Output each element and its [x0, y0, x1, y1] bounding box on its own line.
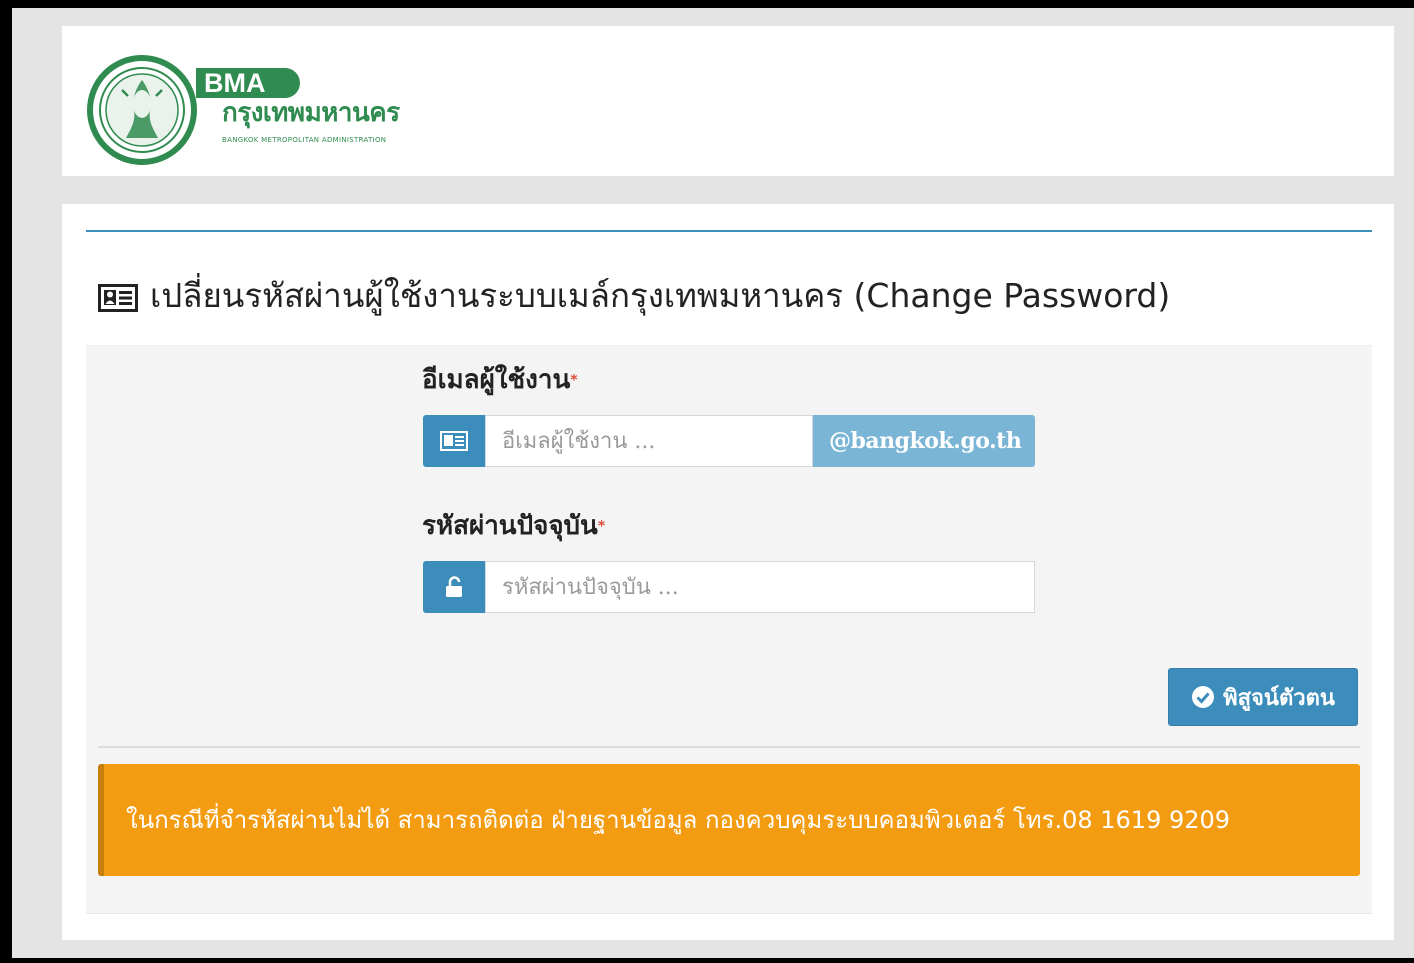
change-password-panel: เปลี่ยนรหัสผ่านผู้ใช้งานระบบเมล์กรุงเทพม…: [86, 230, 1372, 914]
contact-alert: ในกรณีที่จำรหัสผ่านไม่ได้ สามารถติดต่อ ฝ…: [98, 764, 1360, 876]
logo-subtitle: BANGKOK METROPOLITAN ADMINISTRATION: [222, 136, 387, 144]
form-area: อีเมลผู้ใช้งาน* @bangkok.go.th รหัสผ่านป: [86, 346, 1372, 652]
bma-logo[interactable]: BMA กรุงเทพมหานคร BANGKOK METROPOLITAN A…: [86, 54, 486, 174]
required-mark: *: [597, 518, 606, 535]
logo-thai-name: กรุงเทพมหานคร: [222, 98, 400, 128]
alert-text: ในกรณีที่จำรหัสผ่านไม่ได้ สามารถติดต่อ ฝ…: [126, 806, 1231, 834]
panel-header: เปลี่ยนรหัสผ่านผู้ใช้งานระบบเมล์กรุงเทพม…: [86, 232, 1372, 346]
email-input[interactable]: [485, 415, 813, 467]
bma-seal-icon: [87, 55, 197, 165]
password-addon: [423, 561, 485, 613]
current-password-input[interactable]: [485, 561, 1035, 613]
action-row: พิสูจน์ตัวตน: [86, 652, 1372, 746]
verify-button-label: พิสูจน์ตัวตน: [1223, 685, 1335, 711]
id-card-icon: [98, 284, 138, 312]
required-mark: *: [570, 372, 578, 389]
id-card-icon: [440, 431, 468, 451]
email-label-text: อีเมลผู้ใช้งาน: [422, 365, 571, 395]
unlock-icon: [446, 576, 462, 597]
logo-abbrev: BMA: [196, 68, 300, 98]
email-addon: [423, 415, 485, 467]
verify-identity-button[interactable]: พิสูจน์ตัวตน: [1168, 668, 1358, 726]
password-label-text: รหัสผ่านปัจจุบัน: [422, 511, 598, 541]
password-label: รหัสผ่านปัจจุบัน*: [422, 510, 605, 543]
panel-footer: [86, 894, 1372, 914]
main-card: เปลี่ยนรหัสผ่านผู้ใช้งานระบบเมล์กรุงเทพม…: [62, 204, 1394, 940]
check-circle-icon: [1192, 686, 1215, 708]
header-bar: BMA กรุงเทพมหานคร BANGKOK METROPOLITAN A…: [62, 26, 1394, 176]
page-frame: BMA กรุงเทพมหานคร BANGKOK METROPOLITAN A…: [12, 8, 1414, 958]
email-label: อีเมลผู้ใช้งาน*: [422, 364, 578, 397]
divider: [98, 746, 1360, 748]
email-domain-suffix: @bangkok.go.th: [813, 415, 1035, 467]
page-title: เปลี่ยนรหัสผ่านผู้ใช้งานระบบเมล์กรุงเทพม…: [150, 276, 1171, 315]
